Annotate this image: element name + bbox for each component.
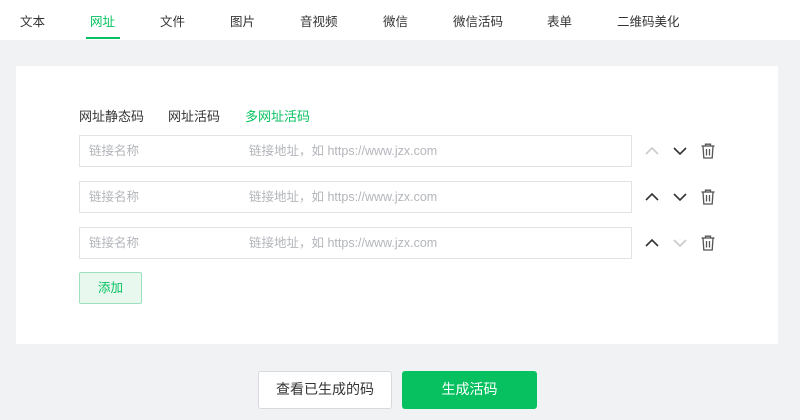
chevron-down-icon [670,233,690,253]
trash-icon[interactable] [698,187,718,207]
tab-url[interactable]: 网址 [90,11,115,30]
chevron-up-icon [642,141,662,161]
chevron-up-icon[interactable] [642,233,662,253]
chevron-up-icon[interactable] [642,187,662,207]
top-nav: 文本 网址 文件 图片 音视频 微信 微信活码 表单 二维码美化 [0,0,800,40]
link-url-input[interactable]: 链接地址，如 https://www.jzx.com [240,181,632,213]
active-tab-indicator [86,37,120,39]
link-name-input[interactable]: 链接名称 [79,181,241,213]
link-url-input[interactable]: 链接地址，如 https://www.jzx.com [240,135,632,167]
subtab-url-static[interactable]: 网址静态码 [79,106,144,125]
tab-wechat[interactable]: 微信 [383,11,408,30]
add-link-button[interactable]: 添加 [79,272,142,304]
tab-audio-video[interactable]: 音视频 [300,11,338,30]
tab-image[interactable]: 图片 [230,11,255,30]
chevron-down-icon[interactable] [670,141,690,161]
link-name-input[interactable]: 链接名称 [79,135,241,167]
view-generated-codes-button[interactable]: 查看已生成的码 [258,371,392,409]
trash-icon[interactable] [698,233,718,253]
subtab-multi-url-dynamic[interactable]: 多网址活码 [245,106,310,125]
generate-dynamic-code-button[interactable]: 生成活码 [402,371,537,409]
chevron-down-icon[interactable] [670,187,690,207]
trash-icon[interactable] [698,141,718,161]
link-name-input[interactable]: 链接名称 [79,227,241,259]
link-url-input[interactable]: 链接地址，如 https://www.jzx.com [240,227,632,259]
tab-qr-beautify[interactable]: 二维码美化 [617,11,680,30]
tab-form[interactable]: 表单 [547,11,572,30]
tab-text[interactable]: 文本 [20,11,45,30]
subtab-url-dynamic[interactable]: 网址活码 [168,106,220,125]
tab-file[interactable]: 文件 [160,11,185,30]
tab-wechat-dynamic[interactable]: 微信活码 [453,11,503,30]
